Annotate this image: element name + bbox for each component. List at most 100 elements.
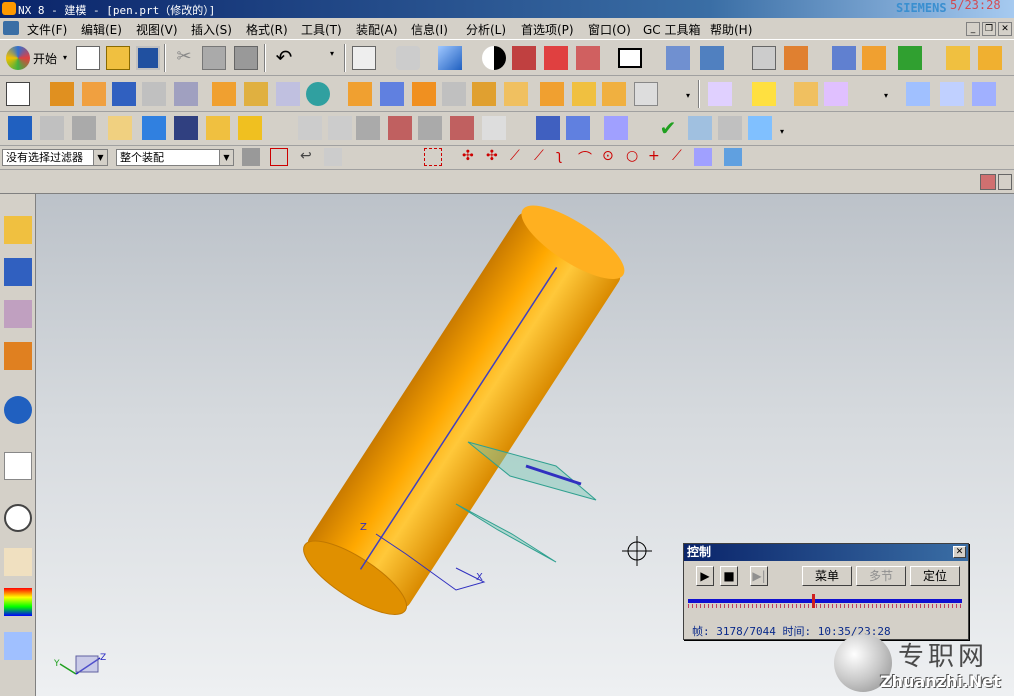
paste-icon[interactable] [234, 46, 258, 70]
sketch-plane-lower[interactable] [455, 503, 557, 563]
mirror-icon[interactable] [752, 82, 776, 106]
annotation-icon[interactable] [108, 116, 132, 140]
assembly-navigator-tab-icon[interactable] [4, 216, 32, 244]
revolve-icon[interactable] [82, 82, 106, 106]
filter-settings-icon[interactable] [242, 148, 260, 166]
multi-section-button[interactable]: 多节 [856, 566, 906, 586]
datum-icon[interactable] [276, 82, 300, 106]
menu-edit[interactable]: 编辑(E) [81, 21, 122, 38]
menu-button[interactable]: 菜单 [802, 566, 852, 586]
render-style-icon[interactable] [396, 46, 420, 70]
new-component-icon[interactable] [174, 116, 198, 140]
menu-insert[interactable]: 插入(S) [191, 21, 232, 38]
restore-button[interactable]: ❐ [982, 22, 996, 36]
start-label[interactable]: 开始 [33, 50, 57, 67]
rectangle-select-icon[interactable] [424, 148, 442, 166]
draft-icon[interactable] [504, 82, 528, 106]
text-icon[interactable] [238, 116, 262, 140]
boss-icon[interactable] [244, 82, 268, 106]
save-icon[interactable] [136, 46, 160, 70]
start-dropdown-icon[interactable]: ▾ [63, 54, 71, 62]
undo-icon[interactable]: ↶ [272, 46, 296, 70]
cylinder-icon[interactable] [142, 82, 166, 106]
clock-tab-icon[interactable] [4, 504, 32, 532]
split-body-icon[interactable] [572, 82, 596, 106]
control-point-icon[interactable]: ⟋ [534, 148, 552, 166]
extract-geometry-icon[interactable] [794, 82, 818, 106]
close-window-button[interactable]: ✕ [998, 22, 1012, 36]
start-icon[interactable] [6, 46, 30, 70]
edit-section-icon[interactable] [544, 46, 568, 70]
instance-geometry-icon[interactable] [708, 82, 732, 106]
promote-body-icon[interactable] [824, 82, 848, 106]
menu-analysis[interactable]: 分析(L) [466, 21, 506, 38]
play-animation-icon[interactable] [898, 46, 922, 70]
shell-icon[interactable] [472, 82, 496, 106]
trim-body-icon[interactable] [540, 82, 564, 106]
extrude-icon[interactable] [50, 82, 74, 106]
n-sided-surface-icon[interactable] [972, 82, 996, 106]
menu-assembly[interactable]: 装配(A) [356, 21, 398, 38]
ruler-icon[interactable] [946, 46, 970, 70]
chevron-down-icon[interactable]: ▼ [219, 150, 233, 165]
menu-view[interactable]: 视图(V) [136, 21, 178, 38]
point-on-surface-icon[interactable]: ⟋ [672, 148, 690, 166]
copy-icon[interactable] [202, 46, 226, 70]
measure-icon[interactable] [784, 46, 808, 70]
new-file-icon[interactable] [76, 46, 100, 70]
play-button[interactable]: ▶ [696, 566, 714, 586]
cylinder-gear-icon[interactable] [536, 116, 560, 140]
fit-view-icon[interactable] [352, 46, 376, 70]
reuse-library-tab-icon[interactable] [4, 342, 32, 370]
menu-preferences[interactable]: 首选项(P) [521, 21, 574, 38]
wcs-icon[interactable] [666, 46, 690, 70]
g-s-icon[interactable] [356, 116, 380, 140]
menu-tools[interactable]: 工具(T) [301, 21, 342, 38]
toolbar-overflow-icon[interactable]: ▾ [330, 50, 338, 58]
quadrant-point-icon[interactable]: ⊙ [602, 148, 620, 166]
sketch-icon[interactable] [6, 82, 30, 106]
bounded-grid-icon[interactable] [694, 148, 712, 166]
sim-tab-icon[interactable] [4, 632, 32, 660]
g-h-icon[interactable] [418, 116, 442, 140]
edge-blend-icon[interactable] [412, 82, 436, 106]
menu-format[interactable]: 格式(R) [246, 21, 288, 38]
chevron-down-icon[interactable]: ▼ [93, 150, 107, 165]
minimize-button[interactable]: _ [966, 22, 980, 36]
add-component-icon[interactable] [142, 116, 166, 140]
background-color-icon[interactable] [618, 48, 642, 68]
pattern-icon[interactable] [634, 82, 658, 106]
existing-point-icon[interactable]: ○ [626, 148, 644, 166]
cut-icon[interactable]: ✂ [172, 46, 196, 70]
stop-button[interactable]: ■ [720, 566, 738, 586]
menu-help[interactable]: 帮助(H) [710, 21, 752, 38]
section-view-icon[interactable] [512, 46, 536, 70]
menu-gc-toolbox[interactable]: GC 工具箱 [643, 21, 701, 38]
history-tab-icon[interactable] [4, 452, 32, 480]
unite-icon[interactable] [348, 82, 372, 106]
spring-icon[interactable] [566, 116, 590, 140]
offset-face-icon[interactable] [602, 82, 626, 106]
move-wcs-icon[interactable] [700, 46, 724, 70]
menu-window[interactable]: 窗口(O) [588, 21, 631, 38]
copy-layer-icon[interactable] [72, 116, 96, 140]
subtract-icon[interactable] [380, 82, 404, 106]
bearing-icon[interactable] [604, 116, 628, 140]
reset-icon[interactable]: ↩ [300, 148, 318, 166]
chamfer-icon[interactable] [442, 82, 466, 106]
pad-icon[interactable] [212, 82, 236, 106]
o-s-icon[interactable] [388, 116, 412, 140]
nx-app-menu-icon[interactable] [3, 21, 19, 35]
selection-filter-dropdown[interactable]: 没有选择过滤器 ▼ [2, 149, 108, 166]
hole-icon[interactable] [174, 82, 198, 106]
snap-point-icon[interactable]: ✣ [462, 148, 480, 166]
intersection-icon[interactable]: ʅ [556, 148, 574, 166]
o-h-icon[interactable] [450, 116, 474, 140]
constraint-navigator-tab-icon[interactable] [4, 258, 32, 286]
snap-icon[interactable] [832, 46, 856, 70]
arc-center-icon[interactable]: ⌒ [578, 148, 596, 167]
roles-tab-icon[interactable] [4, 588, 32, 616]
part-navigator-tab-icon[interactable] [4, 300, 32, 328]
panel-toggle-icon[interactable] [998, 174, 1012, 190]
step-forward-button[interactable]: ▶| [750, 566, 768, 586]
